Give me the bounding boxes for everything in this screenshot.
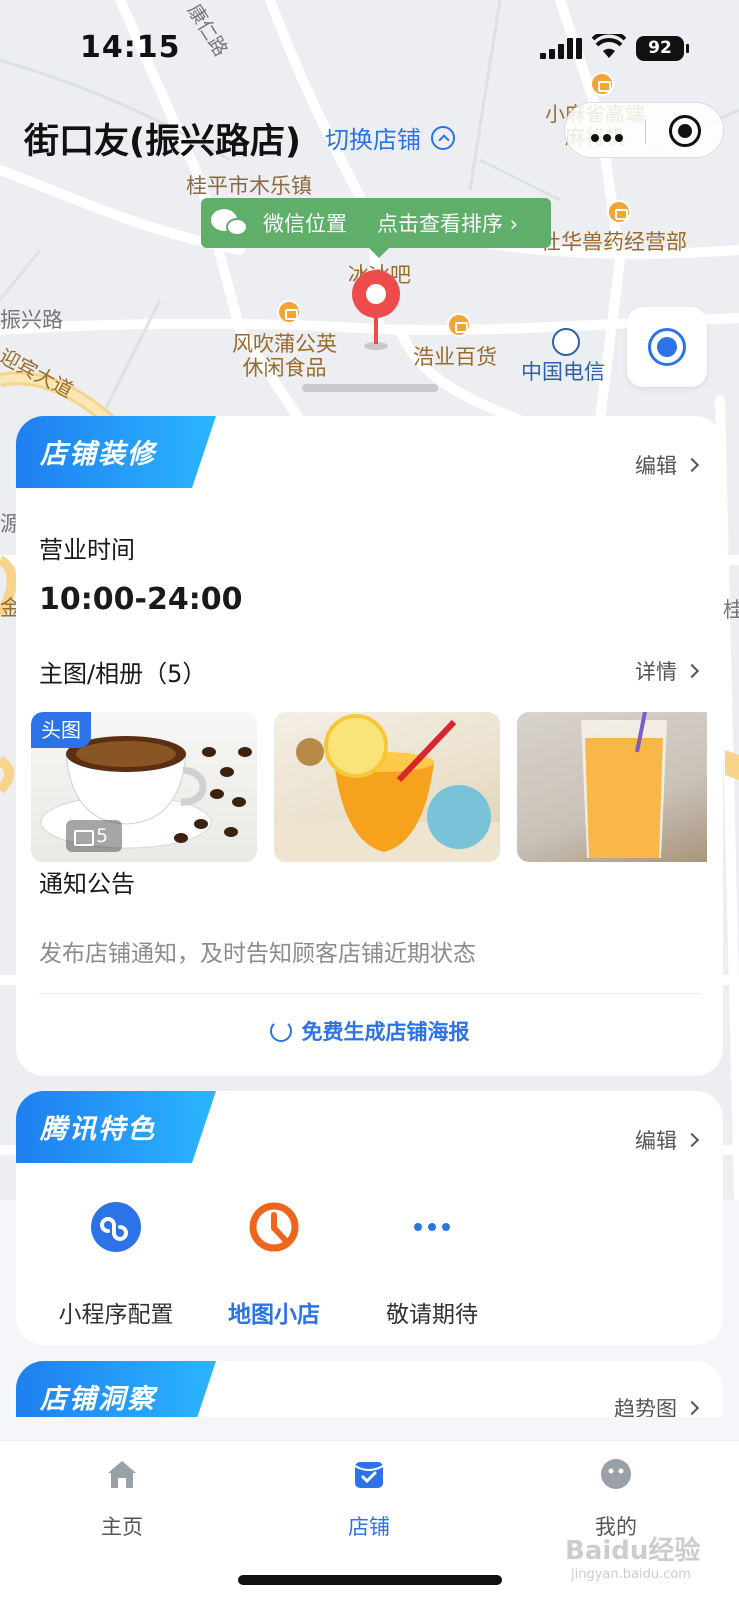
- miniprogram-capsule[interactable]: [564, 102, 724, 158]
- close-miniprogram-icon[interactable]: [669, 115, 701, 147]
- refresh-icon: [269, 1020, 292, 1042]
- mango-juice-image: [581, 712, 667, 858]
- panel-drag-handle[interactable]: [302, 384, 438, 392]
- edit-store-button[interactable]: 编辑: [635, 450, 700, 480]
- mini-program-icon: [91, 1202, 141, 1252]
- status-bar: 14:15 92: [0, 0, 739, 100]
- card-tag: 店铺装修: [16, 416, 216, 488]
- photo-count-badge: 5: [66, 820, 122, 852]
- more-dots-icon: [414, 1223, 450, 1231]
- album-photo-coffee[interactable]: 头图 5: [31, 712, 257, 862]
- tab-profile[interactable]: 我的: [556, 1457, 676, 1541]
- generate-poster-label: 免费生成店铺海报: [301, 1020, 470, 1044]
- baidu-watermark: Baidu经验 jingyan.baidu.com: [565, 1530, 700, 1582]
- tab-store[interactable]: 店铺: [309, 1457, 429, 1541]
- battery-icon: 92: [636, 36, 689, 61]
- orange-drink-image: [274, 714, 500, 862]
- detail-label: 详情: [635, 660, 677, 684]
- wechat-location-label: 微信位置: [263, 212, 347, 236]
- capsule-divider: [645, 119, 646, 143]
- watermark-sub: jingyan.baidu.com: [571, 1567, 691, 1582]
- notice-title: 通知公告: [39, 870, 135, 898]
- map-shop-icon: [249, 1202, 299, 1252]
- home-indicator: [238, 1575, 502, 1585]
- map-poi-marker[interactable]: [447, 313, 471, 337]
- store-name-title: 街口友(振兴路店): [24, 122, 301, 162]
- map-label-poi[interactable]: 杜华兽药经营部: [540, 230, 687, 254]
- cover-photo-tag: 头图: [31, 712, 91, 748]
- card-tag-label: 店铺装修: [40, 439, 156, 470]
- card-tag-label: 店铺洞察: [40, 1384, 156, 1415]
- battery-level: 92: [648, 38, 672, 58]
- business-hours-title: 营业时间: [39, 536, 135, 564]
- tab-label: 主页: [101, 1515, 143, 1539]
- map-poi-marker[interactable]: [607, 200, 631, 224]
- feature-mini-program-config[interactable]: 小程序配置: [36, 1201, 196, 1329]
- status-time: 14:15: [80, 30, 181, 65]
- map-label-poi[interactable]: 中国电信: [521, 360, 605, 384]
- store-decoration-card: 店铺装修 编辑 营业时间 10:00-24:00 主图/相册（5） 详情 头图 …: [16, 416, 723, 1076]
- store-insight-card: 店铺洞察 趋势图: [16, 1361, 723, 1417]
- map-label-town: 桂平市木乐镇: [186, 174, 312, 198]
- store-icon: [354, 1462, 384, 1488]
- locate-me-button[interactable]: [627, 307, 707, 387]
- map-label-poi[interactable]: 浩业百货: [413, 345, 497, 369]
- generate-poster-button[interactable]: 免费生成店铺海报: [16, 1016, 723, 1046]
- album-photo-mango-juice[interactable]: [517, 712, 707, 862]
- map-label-road: 桂: [723, 598, 739, 622]
- wechat-location-bubble[interactable]: 微信位置 点击查看排序 ›: [201, 198, 551, 258]
- divider: [39, 993, 700, 994]
- chevron-up-icon: [431, 125, 455, 150]
- album-title: 主图/相册（5）: [39, 660, 207, 688]
- cellular-signal-icon: [540, 38, 585, 59]
- edit-features-button[interactable]: 编辑: [635, 1125, 700, 1155]
- wifi-icon: [592, 34, 626, 58]
- view-ranking-link[interactable]: 点击查看排序 ›: [377, 208, 518, 238]
- edit-label: 编辑: [635, 454, 677, 478]
- location-pin-icon: [352, 270, 400, 350]
- chevron-right-icon: [684, 663, 700, 679]
- switch-store-label: 切换店铺: [325, 126, 421, 154]
- home-icon: [108, 1461, 136, 1488]
- album-photo-orange-drink[interactable]: [274, 712, 500, 862]
- map-label-poi[interactable]: 风吹蒲公英 休闲食品: [232, 332, 337, 380]
- profile-icon: [601, 1459, 631, 1489]
- feature-coming-soon[interactable]: 敬请期待: [352, 1201, 512, 1329]
- feature-map-shop[interactable]: 地图小店: [194, 1201, 354, 1329]
- chevron-right-icon: [684, 1132, 700, 1148]
- business-hours-value[interactable]: 10:00-24:00: [39, 582, 242, 617]
- telecom-icon: [552, 328, 580, 356]
- chevron-right-icon: [684, 457, 700, 473]
- feature-label: 敬请期待: [386, 1302, 478, 1328]
- more-menu-icon[interactable]: [591, 127, 627, 146]
- edit-label: 编辑: [635, 1129, 677, 1153]
- chevron-right-icon: [684, 1400, 700, 1416]
- tab-label: 店铺: [348, 1515, 390, 1539]
- trend-label: 趋势图: [614, 1397, 677, 1417]
- notice-input[interactable]: 发布店铺通知，及时告知顾客店铺近期状态: [39, 934, 476, 968]
- card-tag: 店铺洞察: [16, 1361, 216, 1417]
- album-detail-button[interactable]: 详情: [635, 656, 700, 686]
- watermark-main: Baidu经验: [565, 1536, 701, 1566]
- trend-chart-button[interactable]: 趋势图: [614, 1393, 700, 1417]
- map-label-road: 振兴路: [0, 308, 63, 332]
- feature-label: 小程序配置: [58, 1302, 174, 1328]
- card-tag-label: 腾讯特色: [40, 1114, 156, 1145]
- tencent-features-card: 腾讯特色 编辑 小程序配置 地图小店 敬请期待: [16, 1091, 723, 1345]
- card-tag: 腾讯特色: [16, 1091, 216, 1163]
- wechat-icon: [211, 207, 251, 239]
- switch-store-button[interactable]: 切换店铺: [325, 120, 455, 155]
- tab-home[interactable]: 主页: [62, 1457, 182, 1541]
- feature-label: 地图小店: [228, 1302, 320, 1328]
- map-poi-marker[interactable]: [277, 300, 301, 324]
